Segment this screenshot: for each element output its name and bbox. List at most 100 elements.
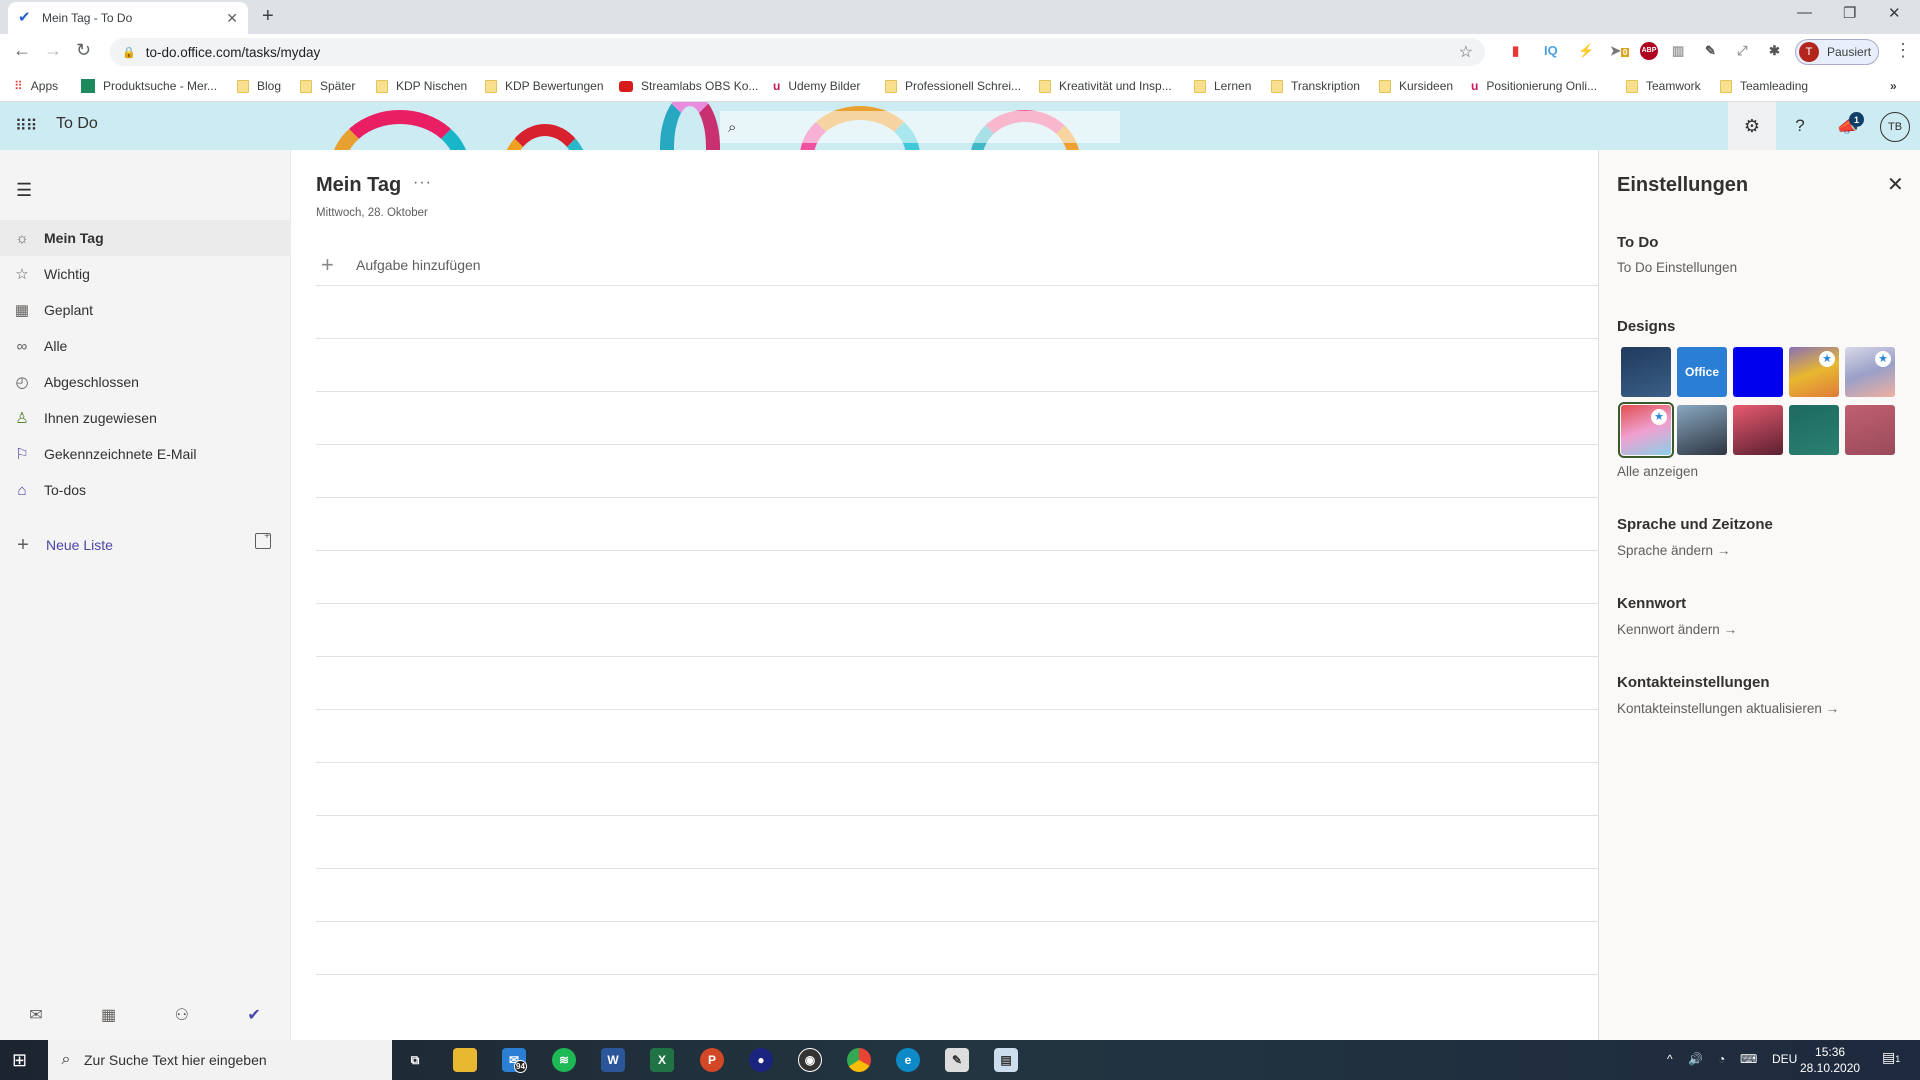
new-tab-button[interactable]: +	[262, 5, 274, 28]
bookmark-item[interactable]: u Positionierung Onli...	[1471, 70, 1597, 102]
profile-button[interactable]: T Pausiert	[1795, 39, 1879, 65]
reload-button[interactable]: ↻	[76, 40, 91, 61]
bookmark-item[interactable]: Lernen	[1194, 70, 1251, 102]
restore-button[interactable]: ❐	[1843, 4, 1856, 22]
change-language-link[interactable]: Sprache ändern →	[1617, 543, 1730, 558]
add-task-input[interactable]: + Aufgabe hinzufügen	[316, 245, 1599, 285]
bookmarks-overflow-icon[interactable]: »	[1890, 70, 1897, 102]
bookmark-item[interactable]: Teamwork	[1626, 70, 1701, 102]
address-bar[interactable]: 🔒 to-do.office.com/tasks/myday ☆	[110, 38, 1485, 66]
mail-app-icon[interactable]: ✉ 94	[502, 1048, 527, 1073]
app-icon[interactable]: ●	[749, 1048, 773, 1072]
spotify-icon[interactable]: ≋	[552, 1048, 576, 1072]
bookmark-item[interactable]: Teamleading	[1720, 70, 1808, 102]
keyboard-icon[interactable]: ⌨	[1740, 1052, 1757, 1066]
taskbar-search-input[interactable]: ⌕ Zur Suche Text hier eingeben	[48, 1040, 392, 1080]
browser-tab[interactable]: ✔ Mein Tag - To Do ✕	[8, 2, 248, 34]
fullscreen-icon[interactable]: ⤢	[1737, 43, 1747, 59]
adblock-icon[interactable]: ABP	[1640, 42, 1658, 60]
extensions-puzzle-icon[interactable]: ✱	[1769, 43, 1780, 59]
app-icon[interactable]: ▤	[994, 1048, 1018, 1072]
lightning-extension-icon[interactable]: ⚡	[1578, 43, 1594, 59]
app-launcher-icon[interactable]: ⠿⠿	[15, 116, 37, 136]
design-thumbnail[interactable]: ★	[1789, 347, 1839, 397]
eyedropper-icon[interactable]: ✎	[1705, 43, 1716, 59]
show-all-designs-link[interactable]: Alle anzeigen	[1617, 464, 1698, 479]
list-options-icon[interactable]: ···	[413, 174, 432, 192]
excel-icon[interactable]: X	[650, 1048, 674, 1072]
todo-app-icon[interactable]: ✔	[247, 1005, 260, 1025]
bookmark-item[interactable]: Später	[300, 70, 355, 102]
word-icon[interactable]: W	[601, 1048, 625, 1072]
menu-toggle-icon[interactable]: ☰	[16, 180, 32, 201]
powerpoint-icon[interactable]: P	[700, 1048, 724, 1072]
bookmark-item[interactable]: Produktsuche - Mer...	[81, 70, 217, 102]
sidebar-item-mein-tag[interactable]: ☼ Mein Tag	[0, 220, 290, 256]
settings-gear-icon[interactable]: ⚙	[1728, 102, 1776, 150]
sidebar-item-gekennzeichnete-email[interactable]: ⚐ Gekennzeichnete E-Mail	[0, 436, 290, 472]
back-button[interactable]: ←	[13, 40, 31, 61]
bookmark-item[interactable]: Professionell Schrei...	[885, 70, 1021, 102]
clock[interactable]: 15:36 28.10.2020	[1800, 1044, 1860, 1076]
change-password-link[interactable]: Kennwort ändern →	[1617, 622, 1737, 637]
search-input[interactable]: ⌕	[720, 111, 1120, 143]
bookmark-item[interactable]: Kreativität und Insp...	[1039, 70, 1172, 102]
app-icon[interactable]: ✎	[945, 1048, 969, 1072]
bookmark-item[interactable]: Streamlabs OBS Ko...	[619, 70, 758, 102]
edge-icon[interactable]: e	[896, 1048, 920, 1072]
bird-extension-icon[interactable]: ➤ 0	[1610, 43, 1630, 59]
obs-icon[interactable]: ◉	[798, 1048, 822, 1072]
mail-icon[interactable]: ✉	[29, 1005, 42, 1025]
browser-menu-icon[interactable]: ⋮	[1894, 40, 1912, 61]
bookmark-item[interactable]: Blog	[237, 70, 281, 102]
sidebar-item-abgeschlossen[interactable]: ◴ Abgeschlossen	[0, 364, 290, 400]
people-icon[interactable]: ⚇	[175, 1005, 189, 1025]
help-icon[interactable]: ?	[1776, 102, 1824, 150]
design-thumbnail[interactable]	[1621, 347, 1671, 397]
volume-icon[interactable]: 🔊	[1688, 1052, 1703, 1066]
design-thumbnail[interactable]	[1845, 405, 1895, 455]
calendar-app-icon[interactable]: ▦	[101, 1005, 116, 1025]
color-extension-icon[interactable]: ▮	[1512, 43, 1519, 59]
update-contact-link[interactable]: Kontakteinstellungen aktualisieren →	[1617, 701, 1839, 716]
design-thumbnail[interactable]	[1733, 405, 1783, 455]
design-thumbnail[interactable]	[1733, 347, 1783, 397]
bookmark-item[interactable]: KDP Bewertungen	[485, 70, 604, 102]
bookmark-apps[interactable]: ⠿ Apps	[14, 70, 58, 102]
megaphone-icon[interactable]: 📣	[1824, 102, 1872, 150]
sidebar-item-alle[interactable]: ∞ Alle	[0, 328, 290, 364]
bookmark-item[interactable]: Kursideen	[1379, 70, 1453, 102]
sidebar-item-to-dos[interactable]: ⌂ To-dos	[0, 472, 290, 508]
design-thumbnail[interactable]: ★	[1618, 402, 1674, 458]
sidebar-item-geplant[interactable]: ▦ Geplant	[0, 292, 290, 328]
iq-extension-icon[interactable]: IQ	[1544, 43, 1558, 58]
design-thumbnail[interactable]: ★	[1845, 347, 1895, 397]
chart-extension-icon[interactable]: ▥	[1672, 43, 1684, 59]
todo-settings-link[interactable]: To Do Einstellungen	[1617, 260, 1737, 275]
close-tab-icon[interactable]: ✕	[226, 10, 238, 27]
chrome-icon[interactable]	[847, 1048, 871, 1072]
bookmark-star-icon[interactable]: ☆	[1459, 42, 1473, 62]
bookmark-item[interactable]: Transkription	[1271, 70, 1360, 102]
sidebar-item-ihnen-zugewiesen[interactable]: ♙ Ihnen zugewiesen	[0, 400, 290, 436]
design-thumbnail[interactable]	[1677, 405, 1727, 455]
task-view-icon[interactable]: ⧉	[403, 1048, 427, 1072]
user-avatar[interactable]: TB	[1880, 112, 1910, 142]
design-thumbnail[interactable]	[1789, 405, 1839, 455]
new-group-icon[interactable]: +	[255, 532, 271, 549]
tray-overflow-icon[interactable]: ^	[1667, 1052, 1673, 1066]
windows-start-icon[interactable]: ⊞	[12, 1050, 27, 1071]
bookmark-item[interactable]: KDP Nischen	[376, 70, 467, 102]
wifi-icon[interactable]: ◔	[1718, 1052, 1725, 1066]
minimize-button[interactable]: —	[1797, 4, 1812, 21]
new-list-button[interactable]: + Neue Liste	[0, 527, 290, 563]
bookmark-item[interactable]: u Udemy Bilder	[773, 70, 860, 102]
close-window-button[interactable]: ✕	[1888, 4, 1901, 22]
close-icon[interactable]: ✕	[1887, 172, 1904, 197]
file-explorer-icon[interactable]	[453, 1048, 477, 1072]
design-thumbnail[interactable]: Office	[1677, 347, 1727, 397]
action-center-icon[interactable]: ▤1	[1882, 1049, 1900, 1066]
forward-button[interactable]: →	[44, 40, 62, 61]
sidebar-item-wichtig[interactable]: ☆ Wichtig	[0, 256, 290, 292]
input-language[interactable]: DEU	[1772, 1052, 1797, 1066]
